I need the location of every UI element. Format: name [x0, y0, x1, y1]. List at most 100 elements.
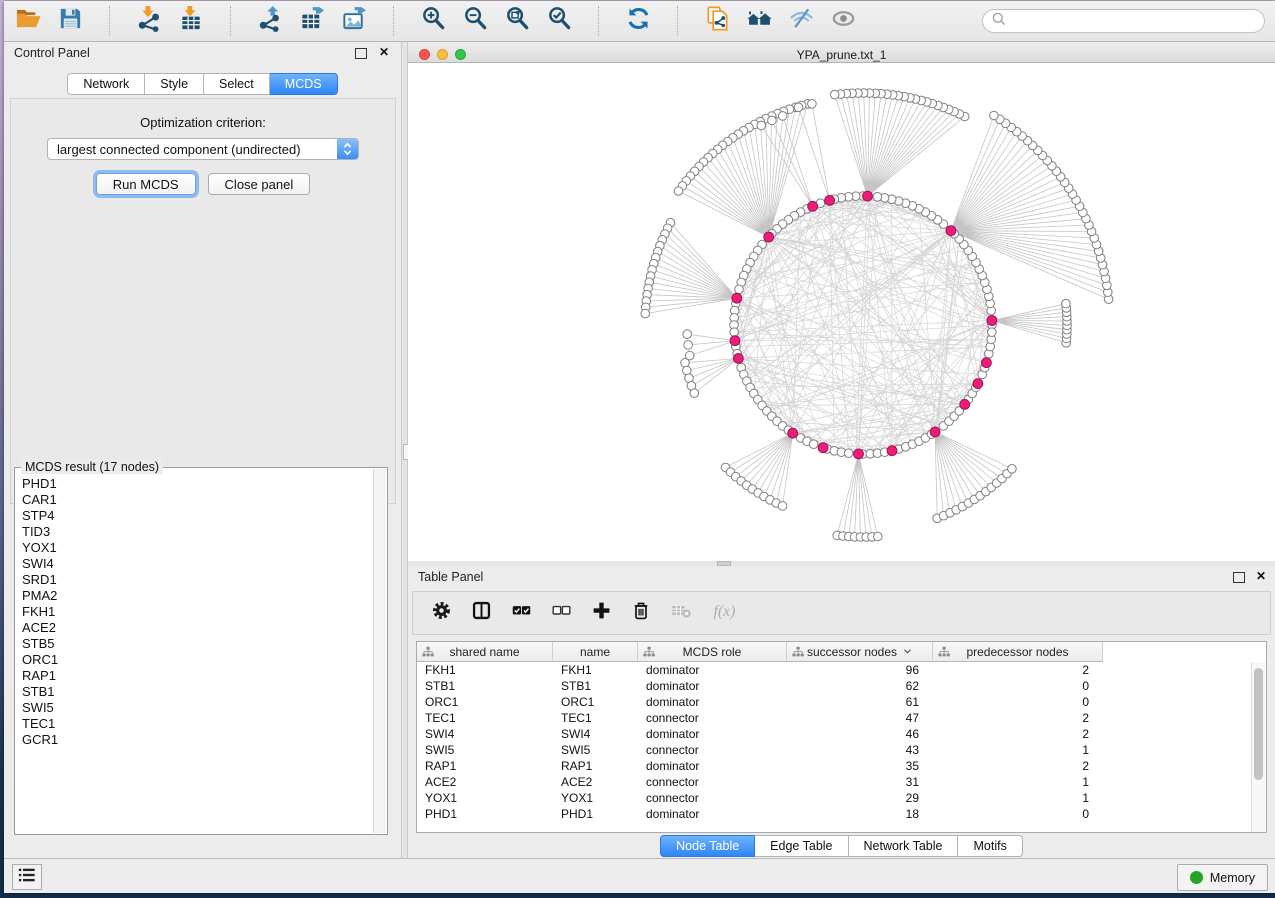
- network-graph[interactable]: [408, 63, 1275, 561]
- export-image-icon: [341, 5, 368, 37]
- tab-mcds[interactable]: MCDS: [270, 73, 338, 95]
- import-table-from-file-button[interactable]: [177, 7, 206, 36]
- zoom-in-button[interactable]: [419, 7, 448, 36]
- search-input[interactable]: [1011, 13, 1256, 29]
- right-region: YPA_prune.txt_1 Table Panel ✕ f(x) share…: [408, 42, 1275, 858]
- mcds-result-item[interactable]: SWI5: [22, 700, 373, 716]
- tab-select[interactable]: Select: [204, 73, 270, 95]
- zoom-out-button[interactable]: [461, 7, 490, 36]
- zoom-fit-content-button[interactable]: [503, 7, 532, 36]
- add-column-button[interactable]: [591, 600, 612, 626]
- mcds-result-item[interactable]: SWI4: [22, 556, 373, 572]
- tab-style[interactable]: Style: [145, 73, 204, 95]
- mcds-result-item[interactable]: SRD1: [22, 572, 373, 588]
- first-neighbors-button[interactable]: [745, 7, 774, 36]
- tab-edge-table[interactable]: Edge Table: [755, 835, 848, 857]
- cell-predecessor_nodes: 0: [933, 694, 1103, 710]
- table-row[interactable]: ORC1ORC1dominator610: [417, 694, 1252, 710]
- close-panel-icon[interactable]: ✕: [379, 45, 389, 59]
- mcds-result-item[interactable]: STP4: [22, 508, 373, 524]
- deselect-all-checkboxes-button[interactable]: [551, 600, 572, 626]
- table-toolbar: f(x): [412, 591, 1271, 635]
- column-header-predecessor-nodes[interactable]: predecessor nodes: [933, 642, 1103, 662]
- hide-selected-button[interactable]: [787, 7, 816, 36]
- select-all-checkboxes-button[interactable]: [511, 600, 532, 626]
- tab-network[interactable]: Network: [67, 73, 145, 95]
- table-scrollbar[interactable]: [1251, 662, 1266, 832]
- table-row[interactable]: PHD1PHD1dominator180: [417, 806, 1252, 822]
- table-row[interactable]: STB1STB1dominator620: [417, 678, 1252, 694]
- mcds-result-item[interactable]: ACE2: [22, 620, 373, 636]
- mcds-result-list[interactable]: PHD1CAR1STP4TID3YOX1SWI4SRD1PMA2FKH1ACE2…: [15, 472, 373, 832]
- mcds-result-item[interactable]: YOX1: [22, 540, 373, 556]
- clone-network-button[interactable]: [703, 7, 732, 36]
- memory-button[interactable]: Memory: [1177, 864, 1268, 891]
- apply-preferred-layout-button[interactable]: [624, 7, 653, 36]
- tab-network-table[interactable]: Network Table: [849, 835, 959, 857]
- clone-network-icon: [704, 5, 731, 37]
- sort-chevron-icon[interactable]: [903, 648, 912, 655]
- vertical-splitter[interactable]: [401, 42, 408, 858]
- table-close-panel-icon[interactable]: ✕: [1256, 569, 1266, 583]
- export-image-button[interactable]: [340, 7, 369, 36]
- show-console-button[interactable]: [12, 864, 42, 890]
- mcds-result-item[interactable]: RAP1: [22, 668, 373, 684]
- search-box[interactable]: [982, 9, 1265, 33]
- float-panel-icon[interactable]: [355, 48, 367, 59]
- cell-successor_nodes: 61: [787, 694, 933, 710]
- column-header-successor-nodes[interactable]: successor nodes: [787, 642, 933, 662]
- table-scrollbar-thumb[interactable]: [1254, 668, 1263, 780]
- column-header-label: name: [580, 645, 610, 659]
- import-network-from-file-button[interactable]: [135, 7, 164, 36]
- mcds-result-item[interactable]: GCR1: [22, 732, 373, 748]
- node-table-body: FKH1FKH1dominator962STB1STB1dominator620…: [417, 662, 1252, 832]
- network-window-titlebar[interactable]: YPA_prune.txt_1: [408, 45, 1275, 63]
- tab-node-table[interactable]: Node Table: [660, 835, 755, 857]
- close-panel-button[interactable]: Close panel: [208, 173, 311, 195]
- mcds-result-item[interactable]: TID3: [22, 524, 373, 540]
- table-row[interactable]: YOX1YOX1connector291: [417, 790, 1252, 806]
- delete-column-button[interactable]: [631, 600, 651, 626]
- optimization-criterion-dropdown[interactable]: largest connected component (undirected): [47, 138, 359, 160]
- column-visibility-button[interactable]: [471, 600, 492, 626]
- cell-mcds_role: dominator: [638, 678, 787, 694]
- sitemap-icon: [422, 646, 434, 661]
- mcds-result-item[interactable]: CAR1: [22, 492, 373, 508]
- sitemap-icon: [643, 646, 655, 661]
- mcds-result-item[interactable]: TEC1: [22, 716, 373, 732]
- save-session-button[interactable]: [56, 7, 85, 36]
- zoom-selected-region-button[interactable]: [545, 7, 574, 36]
- dropdown-selected-value: largest connected component (undirected): [57, 142, 301, 157]
- table-settings-gear-button[interactable]: [431, 600, 452, 626]
- cell-predecessor_nodes: 0: [933, 678, 1103, 694]
- mcds-buttons-row: Run MCDS Close panel: [11, 173, 395, 195]
- column-header-MCDS-role[interactable]: MCDS role: [638, 642, 787, 662]
- tab-motifs[interactable]: Motifs: [958, 835, 1022, 857]
- network-canvas[interactable]: [408, 63, 1275, 561]
- cell-successor_nodes: 47: [787, 710, 933, 726]
- table-float-panel-icon[interactable]: [1233, 572, 1245, 583]
- export-table-button[interactable]: [298, 7, 327, 36]
- table-row[interactable]: TEC1TEC1connector472: [417, 710, 1252, 726]
- table-row[interactable]: ACE2ACE2connector311: [417, 774, 1252, 790]
- mcds-result-item[interactable]: STB1: [22, 684, 373, 700]
- column-header-shared-name[interactable]: shared name: [417, 642, 553, 662]
- table-row[interactable]: RAP1RAP1dominator352: [417, 758, 1252, 774]
- table-row[interactable]: SWI5SWI5connector431: [417, 742, 1252, 758]
- cell-name: PHD1: [553, 806, 638, 822]
- mcds-result-item[interactable]: PHD1: [22, 476, 373, 492]
- export-network-button[interactable]: [256, 7, 285, 36]
- show-all-button[interactable]: [829, 7, 858, 36]
- node-table-header: shared name name MCDS rolesuccessor nodesp…: [417, 642, 1266, 662]
- mcds-result-item[interactable]: PMA2: [22, 588, 373, 604]
- mcds-result-item[interactable]: ORC1: [22, 652, 373, 668]
- mcds-result-scrollbar[interactable]: [373, 469, 386, 833]
- table-row[interactable]: SWI4SWI4dominator462: [417, 726, 1252, 742]
- run-mcds-button[interactable]: Run MCDS: [96, 173, 196, 195]
- mcds-result-item[interactable]: STB5: [22, 636, 373, 652]
- column-header-name[interactable]: name: [553, 642, 638, 662]
- mcds-result-item[interactable]: FKH1: [22, 604, 373, 620]
- zoom-out-icon: [462, 5, 489, 37]
- table-row[interactable]: FKH1FKH1dominator962: [417, 662, 1252, 678]
- open-session-button[interactable]: [14, 7, 43, 36]
